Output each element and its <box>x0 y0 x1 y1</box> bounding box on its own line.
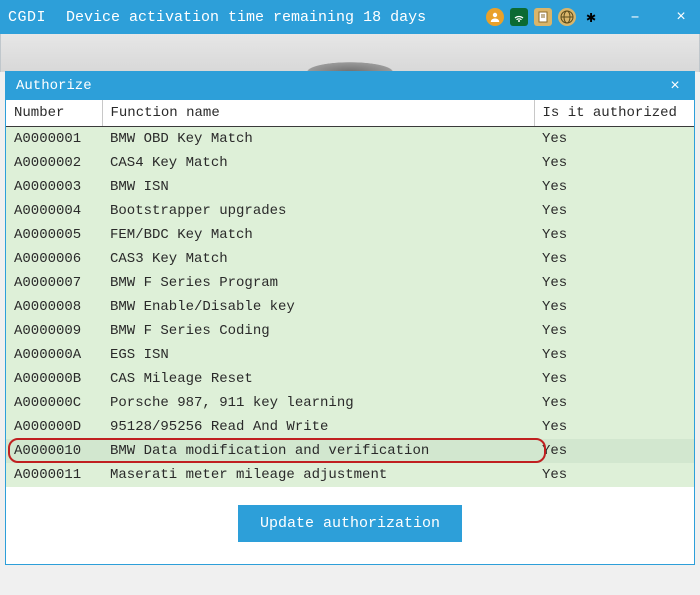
cell-number: A0000009 <box>6 319 102 343</box>
table-row[interactable]: A0000005FEM/BDC Key MatchYes <box>6 223 694 247</box>
cell-number: A0000005 <box>6 223 102 247</box>
col-header-function[interactable]: Function name <box>102 100 534 127</box>
cell-number: A000000A <box>6 343 102 367</box>
cell-number: A0000004 <box>6 199 102 223</box>
cell-authorized: Yes <box>534 199 694 223</box>
cell-number: A0000011 <box>6 463 102 487</box>
wifi-icon[interactable] <box>510 8 528 26</box>
cell-function: BMW F Series Program <box>102 271 534 295</box>
cell-number: A0000003 <box>6 175 102 199</box>
cell-number: A0000007 <box>6 271 102 295</box>
cell-function: 95128/95256 Read And Write <box>102 415 534 439</box>
cell-number: A0000008 <box>6 295 102 319</box>
cell-authorized: Yes <box>534 343 694 367</box>
minimize-button[interactable]: – <box>624 6 646 28</box>
cell-function: BMW Enable/Disable key <box>102 295 534 319</box>
cell-authorized: Yes <box>534 175 694 199</box>
cell-function: Bootstrapper upgrades <box>102 199 534 223</box>
cell-authorized: Yes <box>534 127 694 152</box>
globe-icon[interactable] <box>558 8 576 26</box>
table-row[interactable]: A0000009BMW F Series CodingYes <box>6 319 694 343</box>
cell-function: FEM/BDC Key Match <box>102 223 534 247</box>
cell-function: Maserati meter mileage adjustment <box>102 463 534 487</box>
car-silhouette <box>270 52 430 72</box>
cell-function: BMW Data modification and verification <box>102 439 534 463</box>
cell-authorized: Yes <box>534 463 694 487</box>
cell-authorized: Yes <box>534 319 694 343</box>
dialog-close-icon[interactable]: × <box>666 77 684 95</box>
app-name: CGDI <box>8 9 46 26</box>
cell-authorized: Yes <box>534 391 694 415</box>
cell-number: A000000B <box>6 367 102 391</box>
cell-authorized: Yes <box>534 151 694 175</box>
table-row[interactable]: A0000004Bootstrapper upgradesYes <box>6 199 694 223</box>
col-header-number[interactable]: Number <box>6 100 102 127</box>
table-row[interactable]: A000000AEGS ISNYes <box>6 343 694 367</box>
update-authorization-button[interactable]: Update authorization <box>238 505 462 542</box>
table-row[interactable]: A0000010BMW Data modification and verifi… <box>6 439 694 463</box>
table-row[interactable]: A0000008BMW Enable/Disable keyYes <box>6 295 694 319</box>
dialog-title: Authorize <box>16 78 92 94</box>
table-row[interactable]: A0000011Maserati meter mileage adjustmen… <box>6 463 694 487</box>
cell-authorized: Yes <box>534 271 694 295</box>
cell-number: A0000010 <box>6 439 102 463</box>
table-row[interactable]: A000000D95128/95256 Read And WriteYes <box>6 415 694 439</box>
doc-icon[interactable] <box>534 8 552 26</box>
cell-authorized: Yes <box>534 223 694 247</box>
cell-function: EGS ISN <box>102 343 534 367</box>
cell-number: A000000D <box>6 415 102 439</box>
activation-status: Device activation time remaining 18 days <box>66 9 426 26</box>
col-header-authorized[interactable]: Is it authorized <box>534 100 694 127</box>
settings-icon[interactable]: ✱ <box>582 8 600 26</box>
user-icon[interactable] <box>486 8 504 26</box>
table-row[interactable]: A000000BCAS Mileage ResetYes <box>6 367 694 391</box>
dialog-titlebar: Authorize × <box>6 72 694 100</box>
cell-number: A0000001 <box>6 127 102 152</box>
background-area <box>0 34 700 72</box>
cell-number: A000000C <box>6 391 102 415</box>
table-row[interactable]: A0000006CAS3 Key MatchYes <box>6 247 694 271</box>
cell-authorized: Yes <box>534 439 694 463</box>
cell-authorized: Yes <box>534 295 694 319</box>
table-row[interactable]: A0000001BMW OBD Key MatchYes <box>6 127 694 152</box>
cell-function: CAS Mileage Reset <box>102 367 534 391</box>
main-titlebar: CGDI Device activation time remaining 18… <box>0 0 700 34</box>
close-button[interactable]: × <box>670 6 692 28</box>
cell-function: BMW OBD Key Match <box>102 127 534 152</box>
cell-number: A0000002 <box>6 151 102 175</box>
table-row[interactable]: A000000CPorsche 987, 911 key learningYes <box>6 391 694 415</box>
cell-function: Porsche 987, 911 key learning <box>102 391 534 415</box>
cell-function: CAS3 Key Match <box>102 247 534 271</box>
authorize-table: Number Function name Is it authorized A0… <box>6 100 694 487</box>
table-row[interactable]: A0000007BMW F Series ProgramYes <box>6 271 694 295</box>
cell-function: CAS4 Key Match <box>102 151 534 175</box>
cell-authorized: Yes <box>534 367 694 391</box>
cell-authorized: Yes <box>534 415 694 439</box>
cell-authorized: Yes <box>534 247 694 271</box>
cell-function: BMW ISN <box>102 175 534 199</box>
table-row[interactable]: A0000003BMW ISNYes <box>6 175 694 199</box>
cell-function: BMW F Series Coding <box>102 319 534 343</box>
table-row[interactable]: A0000002CAS4 Key MatchYes <box>6 151 694 175</box>
cell-number: A0000006 <box>6 247 102 271</box>
authorize-dialog: Authorize × Number Function name Is it a… <box>6 72 694 564</box>
